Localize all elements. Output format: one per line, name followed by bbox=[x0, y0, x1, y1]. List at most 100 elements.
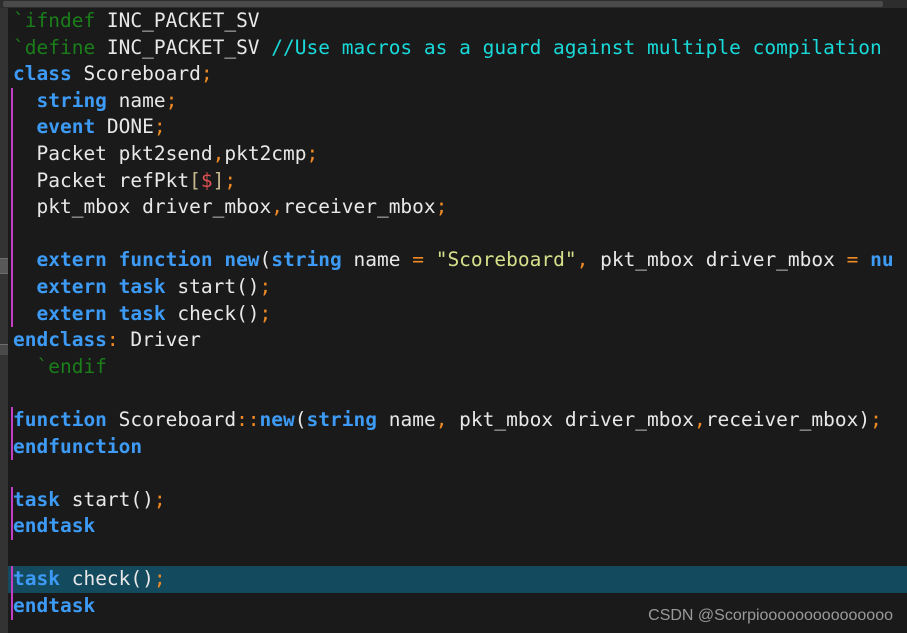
code-line[interactable]: Packet pkt2send,pkt2cmp; bbox=[8, 140, 907, 168]
code-token-punctuation: ; bbox=[153, 567, 166, 591]
code-token-punctuation: : bbox=[106, 328, 119, 352]
code-token-keyword: extern task bbox=[36, 301, 166, 325]
code-token-punctuation: , bbox=[212, 141, 225, 165]
code-line[interactable]: endfunction bbox=[8, 433, 907, 461]
code-token-plain: DONE bbox=[95, 115, 154, 139]
code-token-plain: receiver_mbox) bbox=[705, 407, 871, 431]
code-line[interactable]: endtask bbox=[8, 593, 907, 620]
code-token-punctuation: = bbox=[846, 248, 859, 272]
code-token-punctuation: ; bbox=[306, 141, 319, 165]
code-token-keyword: endfunction bbox=[13, 434, 143, 458]
code-token-plain: INC_PACKET_SV bbox=[95, 9, 260, 32]
code-token-punctuation: , bbox=[271, 195, 284, 219]
code-line[interactable]: function Scoreboard::new(string name, pk… bbox=[8, 406, 907, 434]
code-token-punctuation: ; bbox=[259, 301, 272, 325]
code-line[interactable]: pkt_mbox driver_mbox,receiver_mbox; bbox=[8, 194, 907, 221]
code-token-keyword: event bbox=[36, 115, 96, 139]
code-token-plain: name bbox=[106, 88, 166, 112]
code-line[interactable]: task check(); bbox=[8, 566, 907, 594]
code-line[interactable]: extern function new(string name = "Score… bbox=[8, 247, 907, 274]
code-token-punctuation: ; bbox=[224, 168, 237, 192]
code-token-plain: receiver_mbox bbox=[283, 195, 436, 219]
code-line[interactable]: endclass: Driver bbox=[8, 327, 907, 354]
code-token-punctuation: ; bbox=[259, 274, 272, 298]
code-content-area[interactable]: `ifndef INC_PACKET_SV `define INC_PACKET_… bbox=[8, 8, 907, 633]
code-token-punctuation: ; bbox=[153, 487, 166, 511]
code-token-plain: pkt_mbox driver_mbox bbox=[447, 407, 694, 431]
code-token-plain: pkt2cmp bbox=[224, 141, 307, 165]
code-token-plain: Scoreboard bbox=[106, 407, 237, 431]
code-editor[interactable]: `ifndef INC_PACKET_SV `define INC_PACKET_… bbox=[0, 0, 907, 633]
code-line[interactable] bbox=[8, 380, 907, 407]
code-line[interactable] bbox=[8, 220, 907, 248]
code-token-plain: Driver bbox=[118, 328, 201, 352]
code-line[interactable]: class Scoreboard; bbox=[8, 61, 907, 88]
code-line[interactable]: Packet refPkt[$]; bbox=[8, 167, 907, 195]
overview-ruler-marker-lower[interactable] bbox=[0, 344, 8, 355]
code-token-plain: Packet pkt2send bbox=[13, 141, 213, 165]
code-line[interactable]: `ifndef INC_PACKET_SV bbox=[8, 8, 907, 35]
code-token-keyword: task bbox=[13, 487, 60, 511]
code-token-plain: start() bbox=[165, 274, 260, 298]
overview-ruler-marker-upper[interactable] bbox=[0, 258, 8, 274]
code-token-punctuation: ; bbox=[200, 62, 213, 86]
code-token-macro: `define bbox=[13, 35, 96, 59]
code-line[interactable]: `define INC_PACKET_SV //Use macros as a … bbox=[8, 35, 907, 62]
code-token-plain: check() bbox=[165, 301, 260, 325]
code-token-keyword: endtask bbox=[13, 594, 96, 618]
code-token-punctuation: , bbox=[693, 407, 706, 431]
code-token-keyword: nu bbox=[870, 248, 894, 272]
code-token-punctuation: , bbox=[576, 248, 589, 272]
code-line[interactable]: `endif bbox=[8, 354, 907, 381]
code-line[interactable]: endtask bbox=[8, 513, 907, 540]
code-token-keyword: string bbox=[271, 248, 342, 272]
code-token-keyword: string bbox=[306, 407, 377, 431]
code-token-keyword: class bbox=[13, 62, 72, 86]
code-line[interactable]: extern task check(); bbox=[8, 300, 907, 328]
code-token-keyword: endclass bbox=[13, 328, 107, 352]
code-token-keyword: extern task bbox=[36, 274, 166, 298]
code-token-plain: Packet refPkt bbox=[13, 168, 190, 192]
code-token-punctuation: ; bbox=[435, 195, 448, 219]
code-token-plain: pkt_mbox driver_mbox bbox=[13, 195, 272, 219]
code-token-macro: `endif bbox=[13, 354, 107, 378]
code-token-keyword: extern function new bbox=[36, 248, 260, 272]
code-token-keyword: endtask bbox=[13, 514, 96, 538]
code-token-plain: ( bbox=[259, 248, 272, 272]
code-token-comment: //Use macros as a guard against multiple… bbox=[271, 35, 882, 59]
code-token-plain: ( bbox=[294, 407, 307, 431]
code-token-punctuation: ; bbox=[165, 88, 178, 112]
code-token-punctuation: :: bbox=[236, 407, 260, 431]
code-token-plain: pkt_mbox driver_mbox bbox=[588, 248, 847, 272]
code-line[interactable]: task start(); bbox=[8, 486, 907, 514]
code-token-keyword: function bbox=[13, 407, 107, 431]
overview-ruler[interactable] bbox=[0, 0, 8, 633]
code-token-plain: name bbox=[341, 248, 413, 272]
horizontal-scrollbar[interactable] bbox=[0, 0, 907, 8]
code-token-macro: `ifndef bbox=[13, 9, 96, 32]
code-token-bracket: ] bbox=[212, 168, 225, 192]
code-token-punctuation: ; bbox=[870, 407, 882, 431]
code-token-bracket: [ bbox=[189, 168, 201, 192]
code-line[interactable] bbox=[8, 540, 907, 567]
code-token-keyword: string bbox=[36, 88, 107, 112]
code-line[interactable] bbox=[8, 460, 907, 487]
horizontal-scrollbar-thumb[interactable] bbox=[3, 1, 883, 7]
code-token-punctuation: , bbox=[435, 407, 448, 431]
code-line[interactable]: extern task start(); bbox=[8, 273, 907, 301]
code-token-plain: name bbox=[376, 407, 436, 431]
code-token-punctuation: ; bbox=[153, 115, 166, 139]
code-token-punctuation: = bbox=[412, 248, 424, 272]
code-line[interactable]: string name; bbox=[8, 87, 907, 115]
code-token-dollar: $ bbox=[200, 168, 213, 192]
code-token-plain: Scoreboard bbox=[71, 62, 201, 86]
code-token-plain: check() bbox=[59, 567, 154, 591]
code-line[interactable]: event DONE; bbox=[8, 114, 907, 141]
